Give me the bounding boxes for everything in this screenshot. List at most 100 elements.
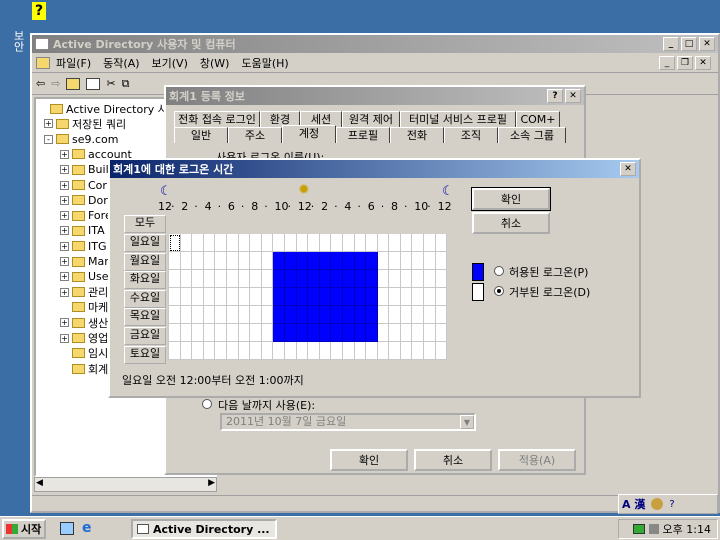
hour-cell[interactable] (261, 324, 274, 342)
hour-cell[interactable] (435, 270, 448, 288)
hour-cell[interactable] (261, 234, 274, 252)
hour-cell[interactable] (319, 270, 332, 288)
expand-icon[interactable]: + (60, 333, 69, 343)
hour-cell[interactable] (400, 252, 413, 270)
tab[interactable]: 프로필 (336, 127, 390, 143)
menu-help[interactable]: 도움말(H) (241, 55, 288, 71)
hour-cell[interactable] (169, 288, 181, 306)
expand-icon[interactable]: - (44, 134, 53, 144)
hour-cell[interactable] (203, 234, 216, 252)
hour-cell[interactable] (342, 324, 355, 342)
logon-hours-titlebar[interactable]: 회계1에 대한 로그온 시간 ✕ (110, 160, 639, 178)
hour-cell[interactable] (250, 324, 262, 342)
denied-radio[interactable] (494, 286, 504, 296)
hour-cell[interactable] (319, 342, 332, 360)
hour-cell[interactable] (273, 234, 285, 252)
quicklaunch-ie-icon[interactable]: e (82, 520, 92, 536)
hour-cell[interactable] (261, 270, 274, 288)
hour-cell[interactable] (215, 270, 227, 288)
hour-cell[interactable] (226, 288, 239, 306)
hour-cell[interactable] (424, 288, 436, 306)
tree-item[interactable]: + 저장된 쿼리 (44, 116, 126, 131)
hour-cell[interactable] (250, 270, 262, 288)
hour-cell[interactable] (354, 324, 367, 342)
expand-icon[interactable]: + (60, 287, 69, 297)
tab[interactable]: 조직 (444, 127, 498, 143)
hour-cell[interactable] (308, 342, 320, 360)
expand-icon[interactable]: + (60, 180, 69, 190)
hour-cell[interactable] (203, 324, 216, 342)
tab[interactable]: COM+ (516, 111, 560, 127)
hour-cell[interactable] (192, 324, 204, 342)
tab[interactable]: 원격 제어 (342, 111, 400, 127)
hour-cell[interactable] (389, 252, 401, 270)
hour-cell[interactable] (215, 342, 227, 360)
hour-cell[interactable] (180, 306, 193, 324)
tree-item[interactable]: 마케 (60, 300, 108, 315)
hour-cell[interactable] (435, 234, 448, 252)
show-tree-icon[interactable] (86, 77, 101, 90)
tree-item[interactable]: + 생산 (60, 315, 108, 330)
properties-close-button[interactable]: ✕ (565, 89, 581, 103)
hour-cell[interactable] (226, 252, 239, 270)
hour-cell[interactable] (273, 270, 285, 288)
tree-item[interactable]: + Cor (60, 178, 107, 193)
hour-cell[interactable] (424, 234, 436, 252)
day-button[interactable]: 금요일 (124, 327, 166, 345)
cut-icon[interactable]: ✂ (106, 77, 115, 90)
hour-cell[interactable] (319, 288, 332, 306)
tab[interactable]: 전화 접속 로그인 (174, 111, 260, 127)
hour-cell[interactable] (284, 234, 297, 252)
logon-cancel-button[interactable]: 취소 (472, 212, 550, 234)
hour-cell[interactable] (296, 342, 309, 360)
hour-cell[interactable] (389, 306, 401, 324)
hour-cell[interactable] (273, 288, 285, 306)
hour-cell[interactable] (377, 324, 390, 342)
hour-cell[interactable] (180, 234, 193, 252)
hour-cell[interactable] (331, 270, 343, 288)
hour-cell[interactable] (366, 288, 378, 306)
hour-cell[interactable] (354, 342, 367, 360)
child-restore-button[interactable]: ❐ (677, 56, 693, 70)
hour-cell[interactable] (169, 306, 181, 324)
hour-cell[interactable] (226, 306, 239, 324)
hour-cell[interactable] (400, 288, 413, 306)
hour-cell[interactable] (192, 342, 204, 360)
hour-cell[interactable] (226, 342, 239, 360)
hour-cell[interactable] (366, 252, 378, 270)
hour-cell[interactable] (273, 342, 285, 360)
hour-cell[interactable] (308, 324, 320, 342)
properties-ok-button[interactable]: 확인 (330, 449, 408, 471)
hour-cell[interactable] (331, 288, 343, 306)
hour-cell[interactable] (261, 288, 274, 306)
hour-cell[interactable] (354, 270, 367, 288)
hour-cell[interactable] (435, 324, 448, 342)
hour-cell[interactable] (331, 234, 343, 252)
hour-cell[interactable] (377, 288, 390, 306)
tree-item[interactable]: + Use (60, 269, 109, 284)
tree-hscroll[interactable]: ◀ ▶ (34, 477, 217, 492)
expand-icon[interactable]: + (60, 226, 69, 236)
hour-cell[interactable] (215, 306, 227, 324)
forward-icon[interactable]: ⇨ (51, 77, 60, 90)
back-icon[interactable]: ⇦ (36, 77, 45, 90)
hour-cell[interactable] (250, 306, 262, 324)
expand-icon[interactable]: + (44, 119, 53, 129)
hour-cell[interactable] (180, 288, 193, 306)
hour-cell[interactable] (389, 270, 401, 288)
start-button[interactable]: 시작 (2, 519, 46, 539)
day-button[interactable]: 목요일 (124, 308, 166, 327)
expand-icon[interactable]: + (60, 241, 69, 251)
hour-cell[interactable] (215, 234, 227, 252)
hour-cell[interactable] (203, 342, 216, 360)
scroll-left-icon[interactable]: ◀ (36, 478, 43, 488)
expand-icon[interactable]: + (60, 195, 69, 205)
hour-cell[interactable] (238, 306, 251, 324)
hour-cell[interactable] (273, 252, 285, 270)
expire-radio[interactable] (202, 399, 212, 409)
hour-cell[interactable] (377, 342, 390, 360)
tree-item[interactable]: + 관리 (60, 285, 108, 300)
logon-hours-close-button[interactable]: ✕ (620, 162, 636, 176)
hour-cell[interactable] (354, 234, 367, 252)
hour-cell[interactable] (435, 306, 448, 324)
